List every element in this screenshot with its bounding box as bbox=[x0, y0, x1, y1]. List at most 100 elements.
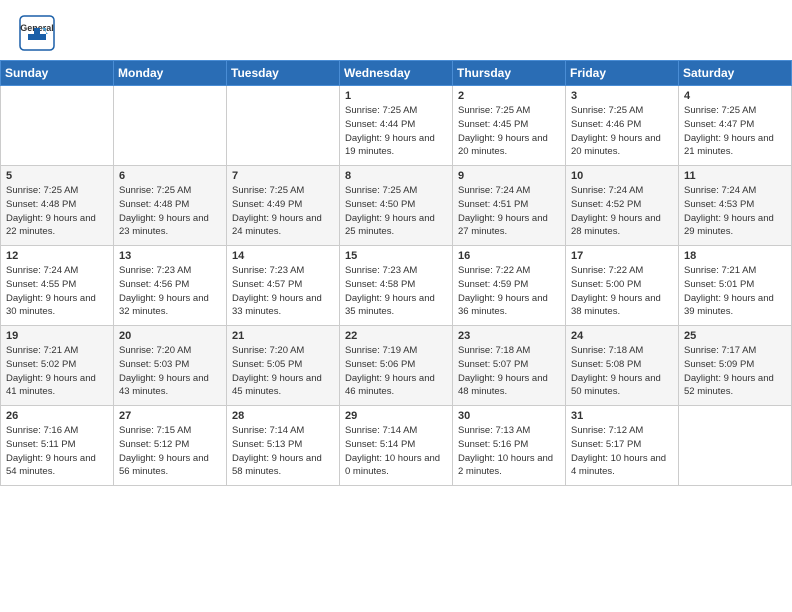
day-info: Sunrise: 7:15 AMSunset: 5:12 PMDaylight:… bbox=[119, 424, 221, 479]
logo: General bbox=[18, 14, 62, 52]
weekday-header-row: SundayMondayTuesdayWednesdayThursdayFrid… bbox=[1, 61, 792, 86]
day-number: 23 bbox=[458, 330, 560, 342]
week-row-4: 19 Sunrise: 7:21 AMSunset: 5:02 PMDayligh… bbox=[1, 326, 792, 406]
day-number: 11 bbox=[684, 170, 786, 182]
calendar-cell: 10Sunrise: 7:24 AMSunset: 4:52 PMDayligh… bbox=[566, 166, 679, 246]
day-info: Sunrise: 7:21 AMSunset: 5:01 PMDaylight:… bbox=[684, 264, 786, 319]
day-number: 28 bbox=[232, 410, 334, 422]
day-number: 13 bbox=[119, 250, 221, 262]
weekday-header-tuesday: Tuesday bbox=[227, 61, 340, 86]
day-info: Sunrise: 7:25 AMSunset: 4:45 PMDaylight:… bbox=[458, 104, 560, 159]
calendar-cell: 4 Sunrise: 7:25 AMSunset: 4:47 PMDaylight… bbox=[679, 86, 792, 166]
calendar-cell: 11 Sunrise: 7:24 AMSunset: 4:53 PMDayligh… bbox=[679, 166, 792, 246]
calendar-cell: 16 Sunrise: 7:22 AMSunset: 4:59 PMDayligh… bbox=[453, 246, 566, 326]
day-info: Sunrise: 7:22 AMSunset: 4:59 PMDaylight:… bbox=[458, 264, 560, 319]
day-info: Sunrise: 7:18 AMSunset: 5:08 PMDaylight:… bbox=[571, 344, 673, 399]
calendar-cell bbox=[227, 86, 340, 166]
day-info: Sunrise: 7:23 AMSunset: 4:57 PMDaylight:… bbox=[232, 264, 334, 319]
calendar-cell: 24 Sunrise: 7:18 AMSunset: 5:08 PMDayligh… bbox=[566, 326, 679, 406]
day-number: 6 bbox=[119, 170, 221, 182]
day-number: 2 bbox=[458, 90, 560, 102]
calendar-cell: 30Sunrise: 7:13 AMSunset: 5:16 PMDayligh… bbox=[453, 406, 566, 486]
day-info: Sunrise: 7:25 AMSunset: 4:44 PMDaylight:… bbox=[345, 104, 447, 159]
calendar-cell: 3 Sunrise: 7:25 AMSunset: 4:46 PMDaylight… bbox=[566, 86, 679, 166]
day-number: 29 bbox=[345, 410, 447, 422]
day-number: 12 bbox=[6, 250, 108, 262]
day-number: 18 bbox=[684, 250, 786, 262]
calendar-cell: 2 Sunrise: 7:25 AMSunset: 4:45 PMDaylight… bbox=[453, 86, 566, 166]
day-info: Sunrise: 7:25 AMSunset: 4:47 PMDaylight:… bbox=[684, 104, 786, 159]
day-number: 25 bbox=[684, 330, 786, 342]
weekday-header-wednesday: Wednesday bbox=[340, 61, 453, 86]
day-number: 9 bbox=[458, 170, 560, 182]
calendar-cell: 26 Sunrise: 7:16 AMSunset: 5:11 PMDayligh… bbox=[1, 406, 114, 486]
day-info: Sunrise: 7:14 AMSunset: 5:14 PMDaylight:… bbox=[345, 424, 447, 479]
day-info: Sunrise: 7:24 AMSunset: 4:53 PMDaylight:… bbox=[684, 184, 786, 239]
calendar-cell: 28 Sunrise: 7:14 AMSunset: 5:13 PMDayligh… bbox=[227, 406, 340, 486]
day-info: Sunrise: 7:25 AMSunset: 4:46 PMDaylight:… bbox=[571, 104, 673, 159]
calendar-cell: 8 Sunrise: 7:25 AMSunset: 4:50 PMDaylight… bbox=[340, 166, 453, 246]
day-number: 24 bbox=[571, 330, 673, 342]
week-row-3: 12 Sunrise: 7:24 AMSunset: 4:55 PMDayligh… bbox=[1, 246, 792, 326]
calendar-cell: 13 Sunrise: 7:23 AMSunset: 4:56 PMDayligh… bbox=[114, 246, 227, 326]
day-number: 26 bbox=[6, 410, 108, 422]
day-info: Sunrise: 7:18 AMSunset: 5:07 PMDaylight:… bbox=[458, 344, 560, 399]
day-info: Sunrise: 7:24 AMSunset: 4:51 PMDaylight:… bbox=[458, 184, 560, 239]
day-number: 4 bbox=[684, 90, 786, 102]
page: General SundayMondayTuesdayWednesdayThur… bbox=[0, 0, 792, 612]
day-info: Sunrise: 7:13 AMSunset: 5:16 PMDaylight:… bbox=[458, 424, 560, 479]
calendar-cell: 21Sunrise: 7:20 AMSunset: 5:05 PMDayligh… bbox=[227, 326, 340, 406]
day-info: Sunrise: 7:23 AMSunset: 4:56 PMDaylight:… bbox=[119, 264, 221, 319]
calendar-cell: 15 Sunrise: 7:23 AMSunset: 4:58 PMDayligh… bbox=[340, 246, 453, 326]
day-info: Sunrise: 7:16 AMSunset: 5:11 PMDaylight:… bbox=[6, 424, 108, 479]
day-number: 16 bbox=[458, 250, 560, 262]
day-info: Sunrise: 7:24 AMSunset: 4:52 PMDaylight:… bbox=[571, 184, 673, 239]
day-info: Sunrise: 7:24 AMSunset: 4:55 PMDaylight:… bbox=[6, 264, 108, 319]
day-number: 21 bbox=[232, 330, 334, 342]
day-info: Sunrise: 7:23 AMSunset: 4:58 PMDaylight:… bbox=[345, 264, 447, 319]
calendar-cell: 7 Sunrise: 7:25 AMSunset: 4:49 PMDaylight… bbox=[227, 166, 340, 246]
calendar-cell bbox=[1, 86, 114, 166]
day-info: Sunrise: 7:19 AMSunset: 5:06 PMDaylight:… bbox=[345, 344, 447, 399]
weekday-header-monday: Monday bbox=[114, 61, 227, 86]
week-row-2: 5 Sunrise: 7:25 AMSunset: 4:48 PMDaylight… bbox=[1, 166, 792, 246]
day-number: 3 bbox=[571, 90, 673, 102]
day-number: 5 bbox=[6, 170, 108, 182]
day-info: Sunrise: 7:25 AMSunset: 4:49 PMDaylight:… bbox=[232, 184, 334, 239]
day-info: Sunrise: 7:17 AMSunset: 5:09 PMDaylight:… bbox=[684, 344, 786, 399]
day-number: 27 bbox=[119, 410, 221, 422]
calendar-cell: 1Sunrise: 7:25 AMSunset: 4:44 PMDaylight… bbox=[340, 86, 453, 166]
day-info: Sunrise: 7:25 AMSunset: 4:48 PMDaylight:… bbox=[6, 184, 108, 239]
day-info: Sunrise: 7:12 AMSunset: 5:17 PMDaylight:… bbox=[571, 424, 673, 479]
calendar-cell bbox=[114, 86, 227, 166]
day-number: 19 bbox=[6, 330, 108, 342]
header: General bbox=[0, 0, 792, 60]
calendar-cell: 31 Sunrise: 7:12 AMSunset: 5:17 PMDayligh… bbox=[566, 406, 679, 486]
day-number: 31 bbox=[571, 410, 673, 422]
weekday-header-thursday: Thursday bbox=[453, 61, 566, 86]
calendar-cell: 6 Sunrise: 7:25 AMSunset: 4:48 PMDaylight… bbox=[114, 166, 227, 246]
calendar-cell: 29 Sunrise: 7:14 AMSunset: 5:14 PMDayligh… bbox=[340, 406, 453, 486]
day-number: 17 bbox=[571, 250, 673, 262]
calendar-cell: 19 Sunrise: 7:21 AMSunset: 5:02 PMDayligh… bbox=[1, 326, 114, 406]
calendar-cell: 14 Sunrise: 7:23 AMSunset: 4:57 PMDayligh… bbox=[227, 246, 340, 326]
calendar-cell: 18 Sunrise: 7:21 AMSunset: 5:01 PMDayligh… bbox=[679, 246, 792, 326]
calendar-cell: 9 Sunrise: 7:24 AMSunset: 4:51 PMDaylight… bbox=[453, 166, 566, 246]
day-info: Sunrise: 7:25 AMSunset: 4:48 PMDaylight:… bbox=[119, 184, 221, 239]
day-number: 15 bbox=[345, 250, 447, 262]
day-info: Sunrise: 7:25 AMSunset: 4:50 PMDaylight:… bbox=[345, 184, 447, 239]
day-info: Sunrise: 7:21 AMSunset: 5:02 PMDaylight:… bbox=[6, 344, 108, 399]
calendar-cell: 5 Sunrise: 7:25 AMSunset: 4:48 PMDaylight… bbox=[1, 166, 114, 246]
day-number: 8 bbox=[345, 170, 447, 182]
day-number: 7 bbox=[232, 170, 334, 182]
week-row-1: 1Sunrise: 7:25 AMSunset: 4:44 PMDaylight… bbox=[1, 86, 792, 166]
day-info: Sunrise: 7:14 AMSunset: 5:13 PMDaylight:… bbox=[232, 424, 334, 479]
calendar-cell: 25 Sunrise: 7:17 AMSunset: 5:09 PMDayligh… bbox=[679, 326, 792, 406]
day-number: 14 bbox=[232, 250, 334, 262]
calendar-cell: 20Sunrise: 7:20 AMSunset: 5:03 PMDayligh… bbox=[114, 326, 227, 406]
logo-icon: General bbox=[18, 14, 56, 52]
calendar-cell: 23 Sunrise: 7:18 AMSunset: 5:07 PMDayligh… bbox=[453, 326, 566, 406]
weekday-header-saturday: Saturday bbox=[679, 61, 792, 86]
calendar-cell: 12 Sunrise: 7:24 AMSunset: 4:55 PMDayligh… bbox=[1, 246, 114, 326]
calendar-cell bbox=[679, 406, 792, 486]
